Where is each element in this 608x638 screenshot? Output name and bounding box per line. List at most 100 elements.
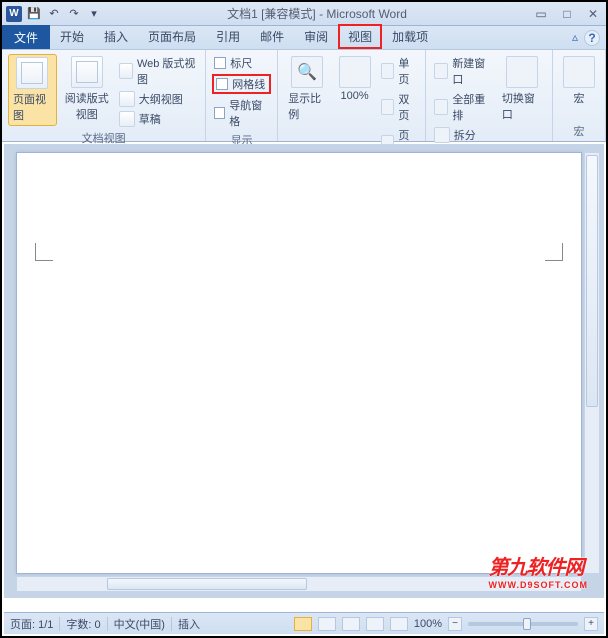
window-title: 文档1 [兼容模式] - Microsoft Word bbox=[102, 5, 532, 22]
reading-layout-button[interactable]: 阅读版式 视图 bbox=[61, 54, 113, 124]
window-controls: ▭ □ ✕ bbox=[532, 7, 602, 21]
minimize-ribbon-button[interactable]: ▵ bbox=[572, 30, 578, 46]
help-button[interactable]: ? bbox=[584, 30, 600, 46]
minimize-button[interactable]: ▭ bbox=[532, 7, 550, 21]
status-bar: 页面: 1/1 字数: 0 中文(中国) 插入 100% − + bbox=[4, 612, 604, 634]
status-zoom-value[interactable]: 100% bbox=[414, 618, 442, 630]
vertical-scrollbar[interactable] bbox=[584, 152, 600, 574]
gridlines-label: 网格线 bbox=[232, 76, 265, 92]
qat-more-button[interactable]: ▾ bbox=[86, 6, 102, 22]
new-window-button[interactable]: 新建窗口 bbox=[432, 54, 494, 88]
status-mode[interactable]: 插入 bbox=[178, 616, 200, 632]
group-macros: 宏 宏 bbox=[553, 50, 606, 141]
web-layout-label: Web 版式视图 bbox=[137, 55, 197, 87]
switch-windows-button[interactable]: 切换窗口 bbox=[498, 54, 546, 124]
group-show: 标尺 网格线 导航窗格 显示 bbox=[206, 50, 278, 141]
macros-button[interactable]: 宏 bbox=[559, 54, 599, 108]
watermark: 第九软件网 WWW.D9SOFT.COM bbox=[489, 551, 589, 590]
web-layout-button[interactable]: Web 版式视图 bbox=[117, 54, 199, 88]
macros-label: 宏 bbox=[574, 90, 585, 106]
tab-home[interactable]: 开始 bbox=[50, 24, 94, 49]
redo-button[interactable]: ↷ bbox=[66, 6, 82, 22]
tab-addins[interactable]: 加载项 bbox=[382, 24, 438, 49]
zoom-label: 显示比例 bbox=[288, 90, 326, 122]
margin-corner-tl bbox=[35, 243, 53, 261]
status-page[interactable]: 页面: 1/1 bbox=[10, 616, 53, 632]
tab-references[interactable]: 引用 bbox=[206, 24, 250, 49]
view-print-layout-button[interactable] bbox=[294, 617, 312, 631]
nav-pane-label: 导航窗格 bbox=[229, 97, 269, 129]
gridlines-checkbox[interactable]: 网格线 bbox=[212, 74, 271, 94]
document-page[interactable] bbox=[16, 152, 582, 574]
zoom-out-button[interactable]: − bbox=[448, 617, 462, 631]
ribbon: 页面视图 阅读版式 视图 Web 版式视图 大纲视图 草稿 文档视图 标尺 网格… bbox=[2, 50, 606, 142]
view-web-button[interactable] bbox=[342, 617, 360, 631]
tab-view[interactable]: 视图 bbox=[338, 24, 382, 49]
tab-page-layout[interactable]: 页面布局 bbox=[138, 24, 206, 49]
print-layout-label: 页面视图 bbox=[13, 91, 52, 123]
arrange-all-button[interactable]: 全部重排 bbox=[432, 90, 494, 124]
word-icon[interactable]: W bbox=[6, 6, 22, 22]
watermark-sub: WWW.D9SOFT.COM bbox=[489, 580, 589, 590]
outline-icon bbox=[119, 91, 135, 107]
title-bar: W 💾 ↶ ↷ ▾ 文档1 [兼容模式] - Microsoft Word ▭ … bbox=[2, 2, 606, 26]
zoom-100-button[interactable]: 100% bbox=[335, 54, 375, 104]
draft-label: 草稿 bbox=[139, 111, 161, 127]
vertical-scroll-thumb[interactable] bbox=[586, 155, 598, 407]
outline-button[interactable]: 大纲视图 bbox=[117, 90, 199, 108]
draft-icon bbox=[119, 111, 135, 127]
arrange-all-icon bbox=[434, 99, 449, 115]
status-language[interactable]: 中文(中国) bbox=[114, 616, 165, 632]
view-outline-button[interactable] bbox=[366, 617, 384, 631]
group-document-views: 页面视图 阅读版式 视图 Web 版式视图 大纲视图 草稿 文档视图 bbox=[2, 50, 206, 141]
tab-review[interactable]: 审阅 bbox=[294, 24, 338, 49]
two-page-label: 双页 bbox=[398, 91, 416, 123]
print-layout-button[interactable]: 页面视图 bbox=[8, 54, 57, 126]
view-reading-button[interactable] bbox=[318, 617, 336, 631]
horizontal-scroll-thumb[interactable] bbox=[107, 578, 307, 590]
view-draft-button[interactable] bbox=[390, 617, 408, 631]
arrange-all-label: 全部重排 bbox=[452, 91, 492, 123]
split-button[interactable]: 拆分 bbox=[432, 126, 494, 144]
group-window: 新建窗口 全部重排 拆分 切换窗口 窗口 bbox=[426, 50, 553, 141]
zoom-slider-thumb[interactable] bbox=[523, 618, 531, 630]
close-button[interactable]: ✕ bbox=[584, 7, 602, 21]
tab-file[interactable]: 文件 bbox=[2, 25, 50, 49]
undo-button[interactable]: ↶ bbox=[46, 6, 62, 22]
switch-windows-icon bbox=[506, 56, 538, 88]
split-icon bbox=[434, 127, 450, 143]
group-zoom: 🔍 显示比例 100% 单页 双页 页宽 显示比例 bbox=[278, 50, 426, 141]
one-page-button[interactable]: 单页 bbox=[379, 54, 419, 88]
status-words[interactable]: 字数: 0 bbox=[66, 616, 100, 632]
draft-button[interactable]: 草稿 bbox=[117, 110, 199, 128]
zoom-slider[interactable] bbox=[468, 622, 578, 626]
nav-pane-checkbox[interactable]: 导航窗格 bbox=[212, 96, 271, 130]
tab-insert[interactable]: 插入 bbox=[94, 24, 138, 49]
switch-windows-label: 切换窗口 bbox=[502, 90, 542, 122]
ribbon-tabs: 文件 开始 插入 页面布局 引用 邮件 审阅 视图 加载项 ▵ ? bbox=[2, 26, 606, 50]
zoom-in-button[interactable]: + bbox=[584, 617, 598, 631]
outline-label: 大纲视图 bbox=[139, 91, 183, 107]
quick-access-toolbar: W 💾 ↶ ↷ ▾ bbox=[6, 6, 102, 22]
help-area: ▵ ? bbox=[572, 30, 600, 46]
one-page-icon bbox=[381, 63, 395, 79]
two-page-button[interactable]: 双页 bbox=[379, 90, 419, 124]
zoom-icon: 🔍 bbox=[291, 56, 323, 88]
maximize-button[interactable]: □ bbox=[558, 7, 576, 21]
split-label: 拆分 bbox=[454, 127, 476, 143]
zoom-button[interactable]: 🔍 显示比例 bbox=[284, 54, 330, 124]
document-area bbox=[4, 144, 604, 598]
checkbox-icon bbox=[216, 78, 228, 90]
tab-mailings[interactable]: 邮件 bbox=[250, 24, 294, 49]
ruler-checkbox[interactable]: 标尺 bbox=[212, 54, 271, 72]
reading-layout-label: 阅读版式 视图 bbox=[65, 90, 109, 122]
group-label-macros: 宏 bbox=[559, 121, 599, 141]
zoom-100-icon bbox=[339, 56, 371, 88]
reading-layout-icon bbox=[71, 56, 103, 88]
web-layout-icon bbox=[119, 63, 133, 79]
new-window-label: 新建窗口 bbox=[452, 55, 492, 87]
new-window-icon bbox=[434, 63, 449, 79]
watermark-main: 第九软件网 bbox=[489, 557, 584, 579]
save-button[interactable]: 💾 bbox=[26, 6, 42, 22]
zoom-100-label: 100% bbox=[341, 90, 369, 102]
